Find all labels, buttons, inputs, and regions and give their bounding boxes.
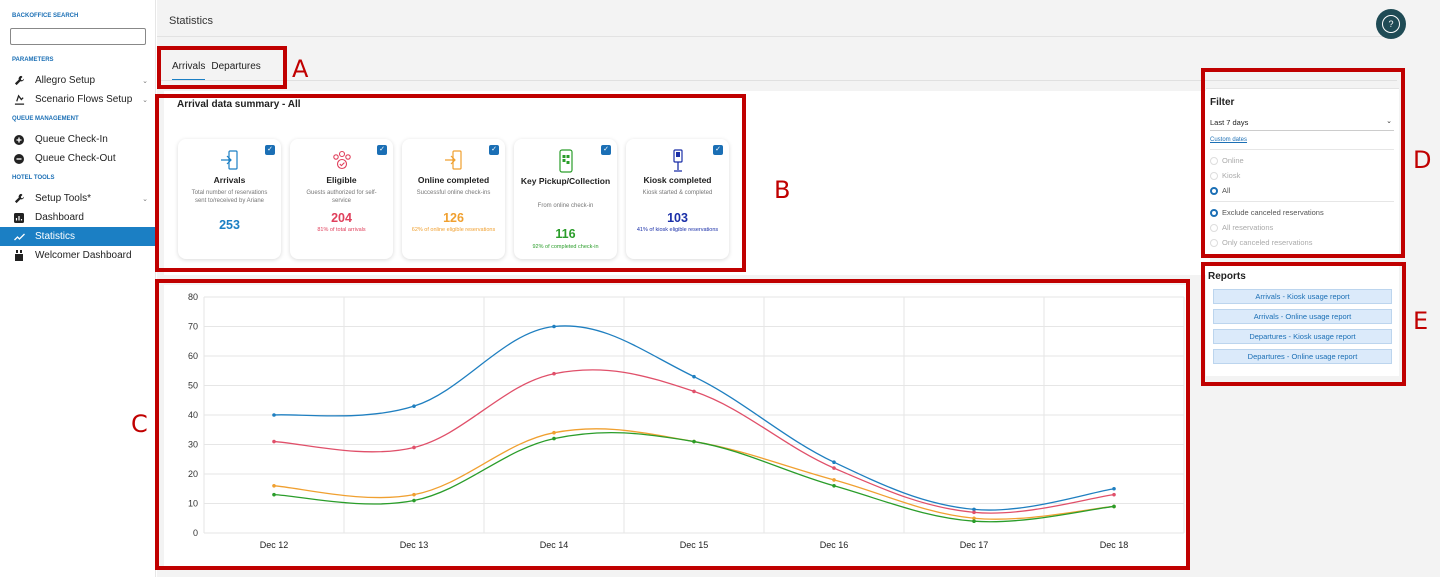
chevron-down-icon: ⌄ (142, 195, 148, 203)
wrench-icon (12, 193, 26, 205)
plus-circle-icon (12, 134, 26, 146)
section-hotel-tools: HOTEL TOOLS (12, 175, 55, 181)
sidebar-item-dashboard[interactable]: Dashboard (0, 208, 156, 227)
callout-label-a: A (292, 55, 309, 83)
callout-label-b: B (774, 176, 791, 204)
sidebar-item-label: Welcomer Dashboard (35, 250, 132, 261)
callout-box-c (155, 279, 1190, 570)
sidebar-item-label: Allegro Setup (35, 75, 96, 86)
help-icon: ? (1382, 15, 1400, 33)
sidebar-item-queue-check-in[interactable]: Queue Check-In (0, 130, 156, 149)
backoffice-search-label: BACKOFFICE SEARCH (12, 13, 79, 19)
sidebar: BACKOFFICE SEARCH PARAMETERS Allegro Set… (0, 0, 156, 577)
minus-circle-icon (12, 153, 26, 165)
callout-box-e (1201, 262, 1406, 386)
callout-label-c: C (131, 410, 148, 438)
sidebar-item-label: Queue Check-In (35, 134, 108, 145)
sidebar-item-statistics[interactable]: Statistics (0, 227, 156, 246)
trend-icon (12, 231, 26, 243)
section-parameters: PARAMETERS (12, 57, 54, 63)
wrench-icon (12, 75, 26, 87)
sidebar-item-allegro-setup[interactable]: Allegro Setup ⌄ (0, 71, 156, 90)
callout-label-e: E (1413, 307, 1429, 335)
callout-box-b (155, 94, 746, 272)
sidebar-item-queue-check-out[interactable]: Queue Check-Out (0, 149, 156, 168)
chevron-down-icon: ⌄ (142, 77, 148, 85)
sidebar-item-scenario-flows-setup[interactable]: Scenario Flows Setup ⌄ (0, 90, 156, 109)
sidebar-item-welcomer-dashboard[interactable]: Welcomer Dashboard (0, 246, 156, 265)
callout-label-d: D (1413, 146, 1432, 174)
sidebar-item-label: Setup Tools* (35, 193, 91, 204)
chevron-down-icon: ⌄ (142, 96, 148, 104)
flows-icon (12, 94, 26, 106)
backoffice-search-input[interactable] (10, 28, 146, 45)
sidebar-item-label: Scenario Flows Setup (35, 94, 133, 105)
callout-box-a (157, 46, 287, 89)
dashboard-icon (12, 212, 26, 224)
callout-box-d (1201, 68, 1405, 258)
section-queue-management: QUEUE MANAGEMENT (12, 116, 79, 122)
sidebar-item-label: Queue Check-Out (35, 153, 116, 164)
sidebar-item-setup-tools[interactable]: Setup Tools* ⌄ (0, 189, 156, 208)
sidebar-item-label: Statistics (35, 231, 76, 242)
welcomer-icon (12, 250, 26, 262)
page-title: Statistics (169, 15, 214, 27)
help-button[interactable]: ? (1376, 9, 1406, 39)
divider (157, 36, 1397, 37)
sidebar-item-label: Dashboard (35, 212, 84, 223)
